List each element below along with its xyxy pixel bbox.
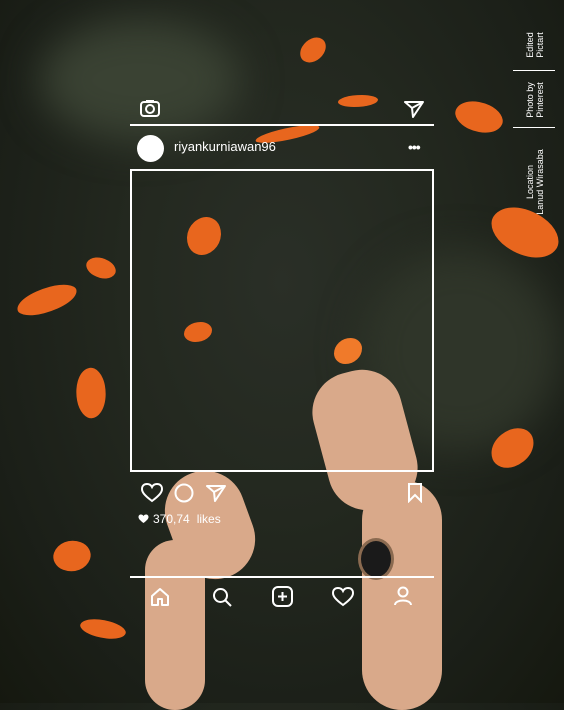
post-image-frame: [130, 169, 434, 472]
butterfly: [78, 614, 128, 644]
likes-number: 370,74: [153, 512, 190, 526]
header-divider: [130, 124, 434, 126]
share-icon[interactable]: [206, 484, 226, 502]
profile-icon[interactable]: [393, 586, 413, 606]
heart-filled-icon: [138, 514, 149, 524]
butterfly: [49, 534, 95, 578]
wristwatch: [358, 538, 394, 580]
likes-count[interactable]: 370,74 likes: [138, 512, 221, 526]
new-post-icon[interactable]: [272, 586, 293, 607]
comment-icon[interactable]: [174, 483, 194, 503]
search-icon[interactable]: [212, 587, 232, 607]
butterfly: [83, 251, 119, 285]
butterfly: [450, 93, 508, 141]
bokeh: [40, 20, 240, 140]
likes-label: likes: [196, 512, 221, 526]
butterfly: [296, 32, 330, 68]
butterfly: [71, 365, 111, 421]
butterfly: [13, 280, 81, 320]
avatar[interactable]: [137, 135, 164, 162]
camera-icon[interactable]: [140, 99, 160, 117]
more-options-icon[interactable]: •••: [408, 139, 421, 155]
nav-divider: [130, 576, 434, 578]
bookmark-icon[interactable]: [407, 483, 423, 503]
home-icon[interactable]: [150, 587, 170, 606]
direct-message-icon[interactable]: [404, 100, 424, 118]
username[interactable]: riyankurniawan96: [174, 139, 276, 154]
like-icon[interactable]: [141, 483, 163, 503]
activity-heart-icon[interactable]: [332, 587, 354, 607]
credit-location: Location Lanud Wirasaba: [525, 149, 545, 215]
butterfly: [338, 95, 378, 107]
